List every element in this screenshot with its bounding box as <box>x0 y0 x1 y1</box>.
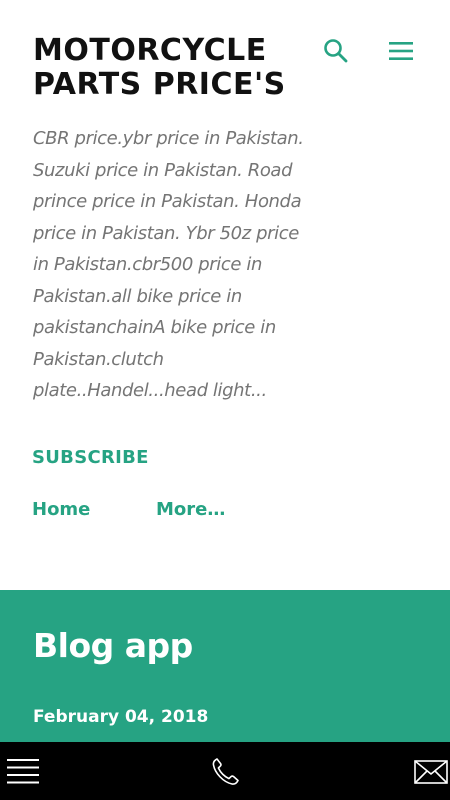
menu-icon <box>7 759 39 784</box>
phone-icon <box>212 758 239 785</box>
call-button[interactable] <box>205 752 245 792</box>
nav-home-link[interactable]: Home <box>32 499 90 520</box>
search-button[interactable] <box>318 33 354 69</box>
subscribe-button[interactable]: SUBSCRIBE <box>32 447 149 468</box>
page: MOTORCYCLE PARTS PRICE'S CBR price.ybr p… <box>0 0 450 800</box>
hamburger-menu-icon <box>389 42 413 60</box>
bottom-menu-button[interactable] <box>3 752 43 792</box>
blog-description: CBR price.ybr price in Pakistan. Suzuki … <box>33 128 304 401</box>
post-title[interactable]: Blog app <box>33 626 193 665</box>
blog-header: MOTORCYCLE PARTS PRICE'S CBR price.ybr p… <box>0 0 450 590</box>
menu-button[interactable] <box>383 33 419 69</box>
site-title[interactable]: MOTORCYCLE PARTS PRICE'S <box>33 34 303 102</box>
search-icon <box>324 39 348 63</box>
nav-more-link[interactable]: More… <box>156 499 225 520</box>
post-date: February 04, 2018 <box>33 707 209 727</box>
mail-icon <box>414 760 448 784</box>
bottom-action-bar <box>0 742 450 800</box>
featured-post: Blog app February 04, 2018 <box>0 590 450 742</box>
email-button[interactable] <box>411 752 450 792</box>
